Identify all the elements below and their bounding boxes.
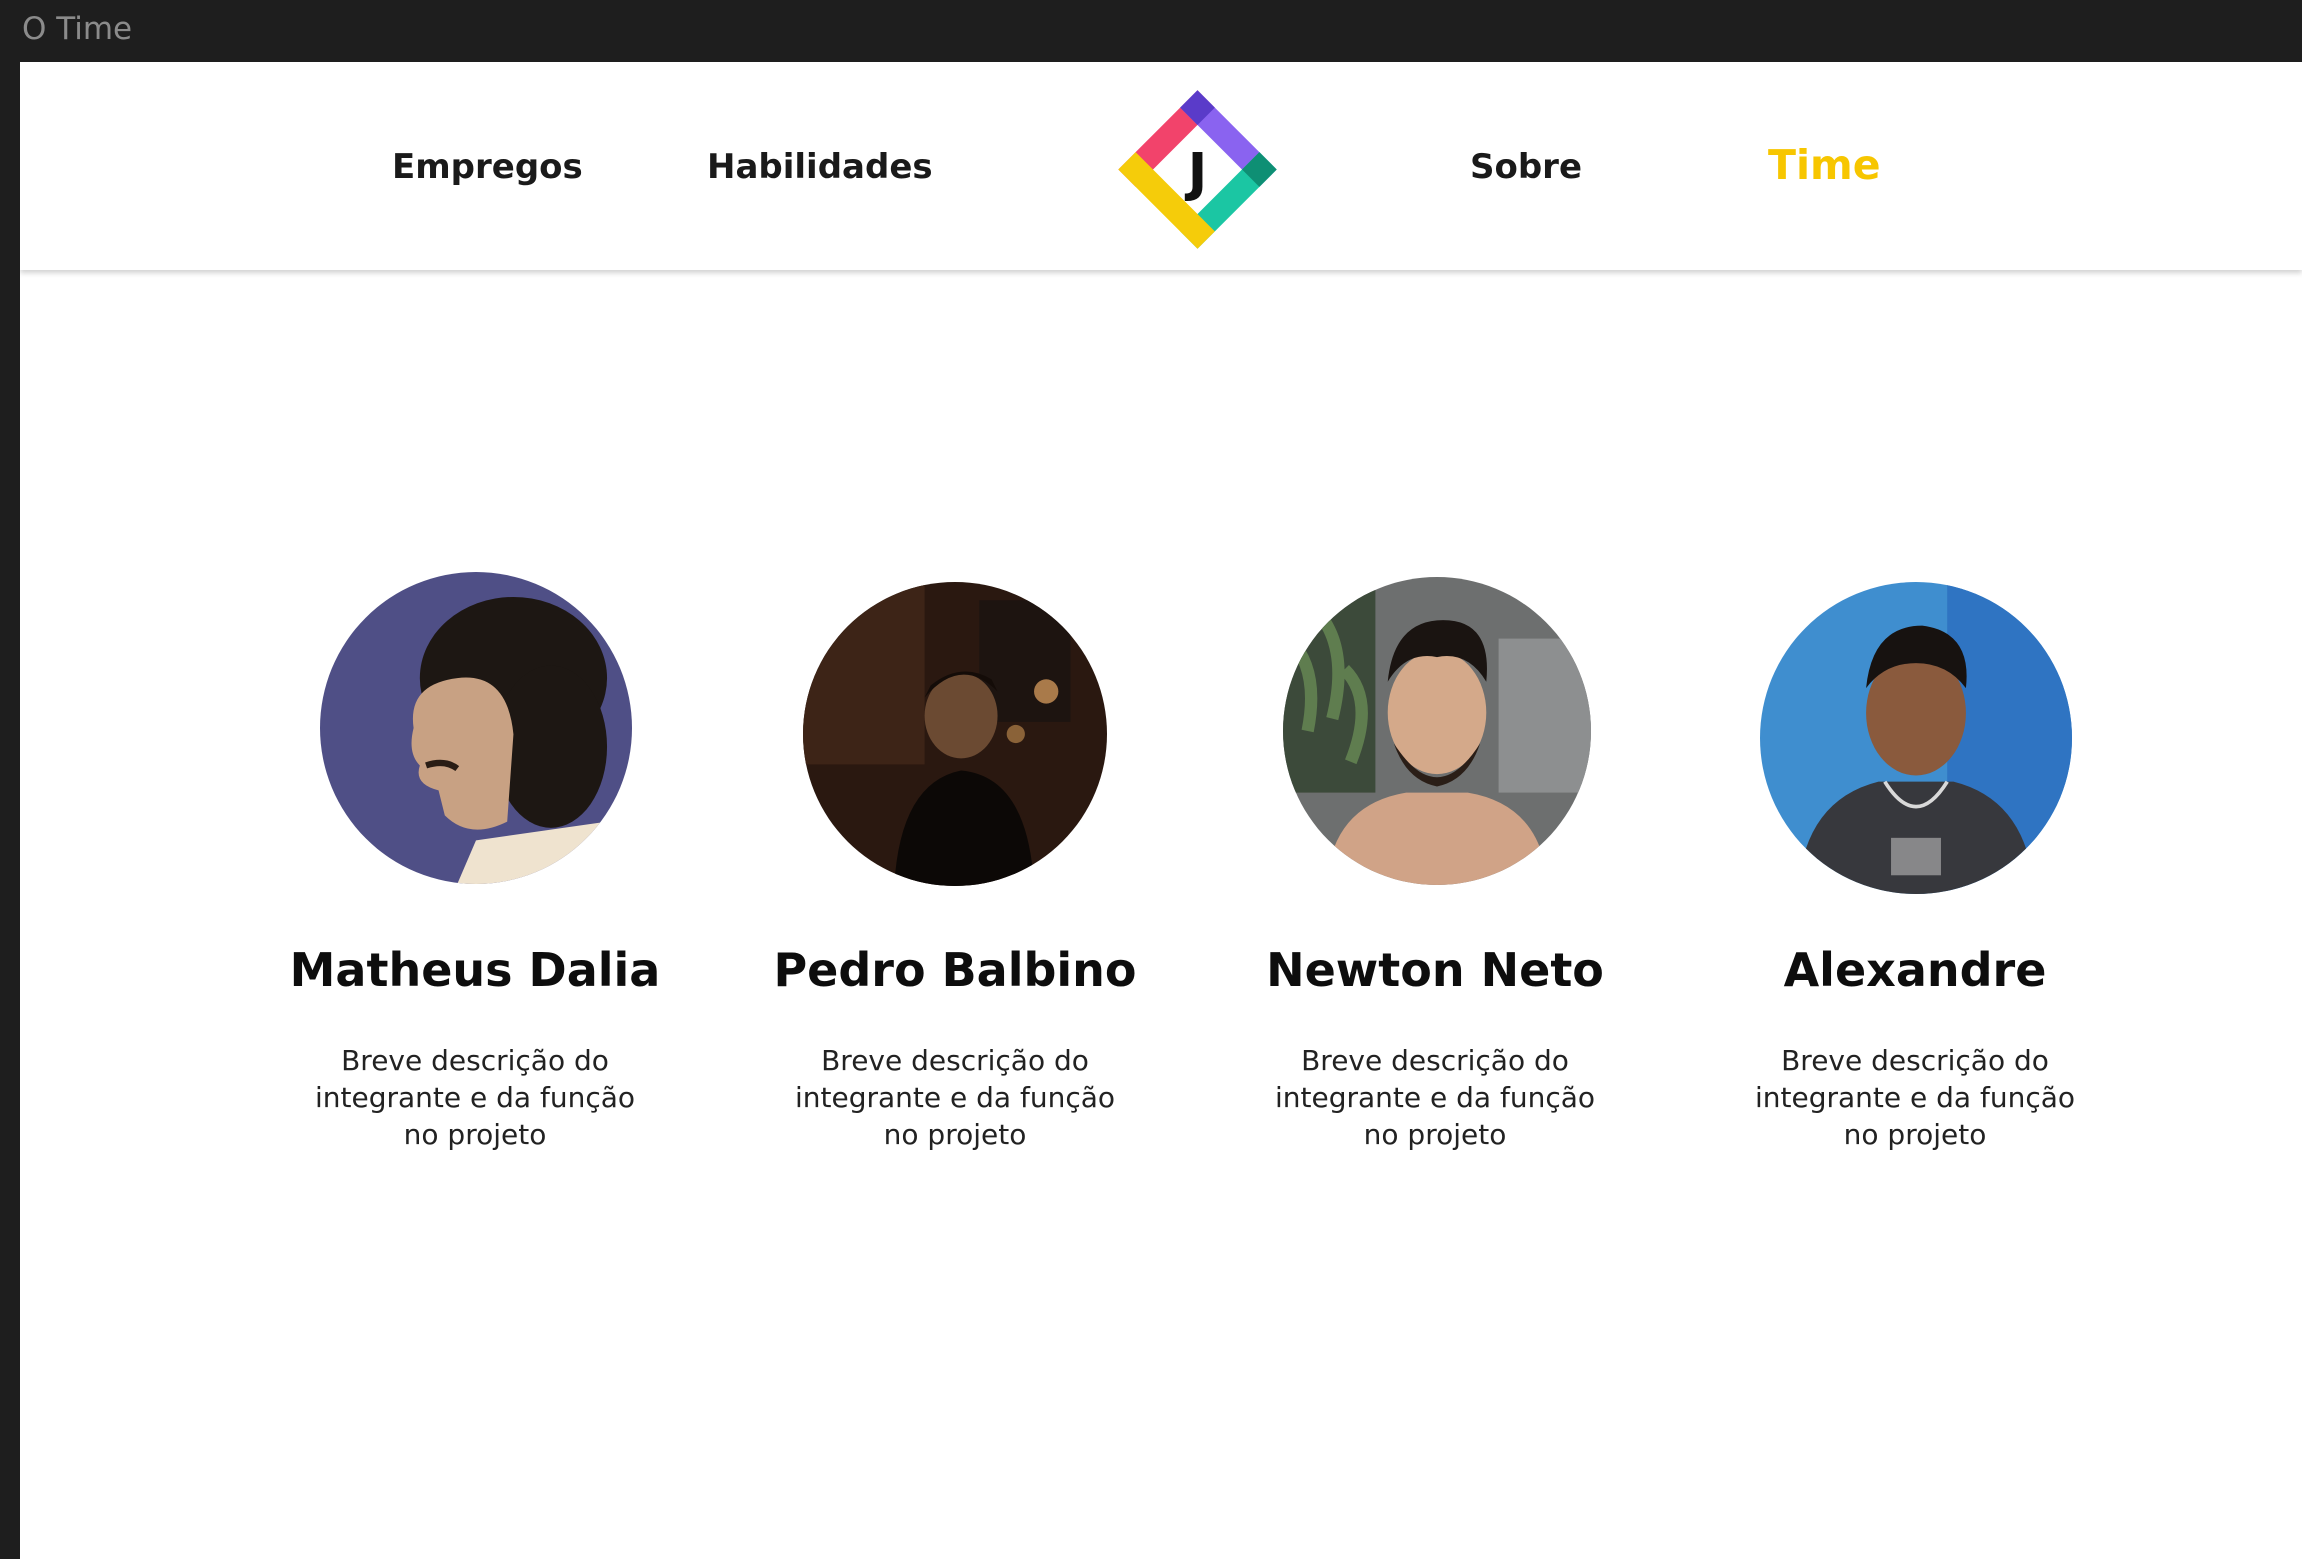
member-description: Breve descrição do integrante e da funçã… xyxy=(1274,1044,1596,1151)
team-section: Matheus Dalia Breve descrição do integra… xyxy=(20,62,2302,1559)
logo-icon[interactable]: J xyxy=(1110,82,1285,257)
nav-link-empregos[interactable]: Empregos xyxy=(392,142,583,192)
member-avatar xyxy=(1283,577,1591,885)
member-description: Breve descrição do integrante e da funçã… xyxy=(794,1044,1116,1151)
member-name: Pedro Balbino xyxy=(773,943,1137,997)
member-name: Newton Neto xyxy=(1266,943,1604,997)
member-description: Breve descrição do integrante e da funçã… xyxy=(314,1044,636,1151)
team-member-card: Matheus Dalia Breve descrição do integra… xyxy=(235,62,715,1559)
logo-letter: J xyxy=(1185,143,1208,204)
team-member-card: Pedro Balbino Breve descrição do integra… xyxy=(715,62,1195,1559)
window-title: O Time xyxy=(22,11,133,47)
team-member-card: Alexandre Breve descrição do integrante … xyxy=(1675,62,2155,1559)
window-title-bar: O Time xyxy=(0,0,2302,62)
member-name: Matheus Dalia xyxy=(289,943,661,997)
nav-link-habilidades[interactable]: Habilidades xyxy=(707,142,933,192)
member-avatar xyxy=(1760,582,2072,894)
member-avatar xyxy=(803,582,1107,886)
member-name: Alexandre xyxy=(1783,943,2047,997)
nav-link-sobre[interactable]: Sobre xyxy=(1470,142,1582,192)
member-description: Breve descrição do integrante e da funçã… xyxy=(1754,1044,2076,1151)
member-avatar xyxy=(320,572,632,884)
team-member-card: Newton Neto Breve descrição do integrant… xyxy=(1195,62,1675,1559)
page-frame: Matheus Dalia Breve descrição do integra… xyxy=(20,62,2302,1559)
nav-link-time[interactable]: Time xyxy=(1768,140,1881,190)
navbar: Empregos Habilidades J Sobre Time xyxy=(20,62,2302,270)
